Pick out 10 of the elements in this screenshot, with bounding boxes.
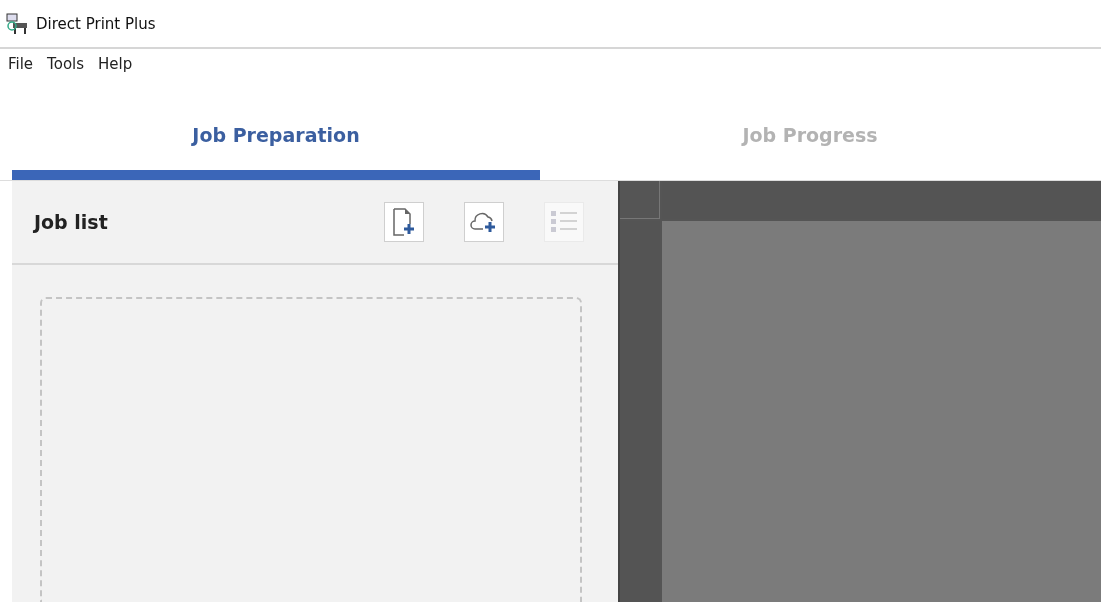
window-title: Direct Print Plus xyxy=(36,14,156,33)
menu-item[interactable]: Tools xyxy=(47,55,85,73)
menu-item[interactable]: File xyxy=(8,55,34,73)
add-cloud-button[interactable] xyxy=(464,202,504,242)
menu-item[interactable]: Help xyxy=(98,55,133,73)
panel-title: Job list xyxy=(34,211,109,233)
add-file-button[interactable] xyxy=(384,202,424,242)
add-file-icon xyxy=(392,207,416,237)
list-icon xyxy=(550,209,578,235)
printer-icon xyxy=(6,12,28,35)
